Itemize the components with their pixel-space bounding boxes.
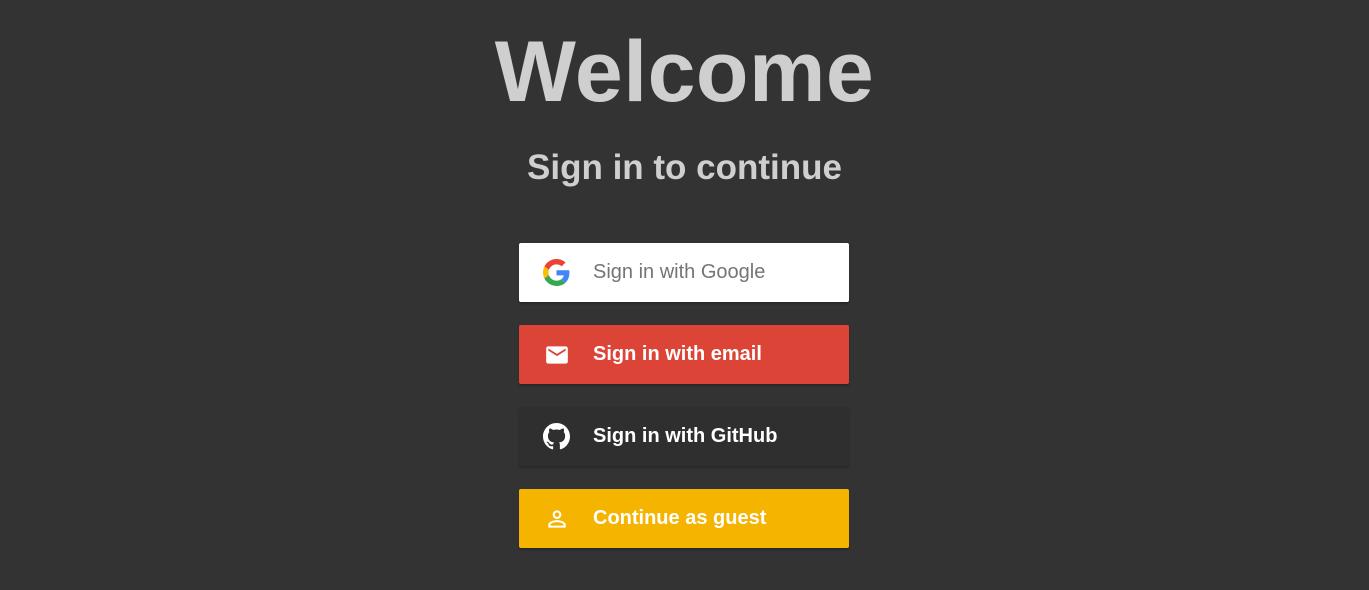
google-icon xyxy=(543,259,570,286)
sign-in-github-button[interactable]: Sign in with GitHub xyxy=(519,407,849,466)
person-icon xyxy=(543,505,570,532)
sign-in-google-label: Sign in with Google xyxy=(593,261,766,283)
sign-in-options: Sign in with Google Sign in with email S… xyxy=(519,243,849,571)
continue-as-guest-label: Continue as guest xyxy=(593,507,767,529)
github-icon xyxy=(543,423,570,450)
sign-in-github-label: Sign in with GitHub xyxy=(593,425,778,447)
continue-as-guest-button[interactable]: Continue as guest xyxy=(519,489,849,548)
page-subtitle: Sign in to continue xyxy=(527,148,842,187)
page-title: Welcome xyxy=(494,24,875,120)
sign-in-email-button[interactable]: Sign in with email xyxy=(519,325,849,384)
sign-in-email-label: Sign in with email xyxy=(593,343,762,365)
mail-icon xyxy=(543,341,570,368)
sign-in-google-button[interactable]: Sign in with Google xyxy=(519,243,849,302)
